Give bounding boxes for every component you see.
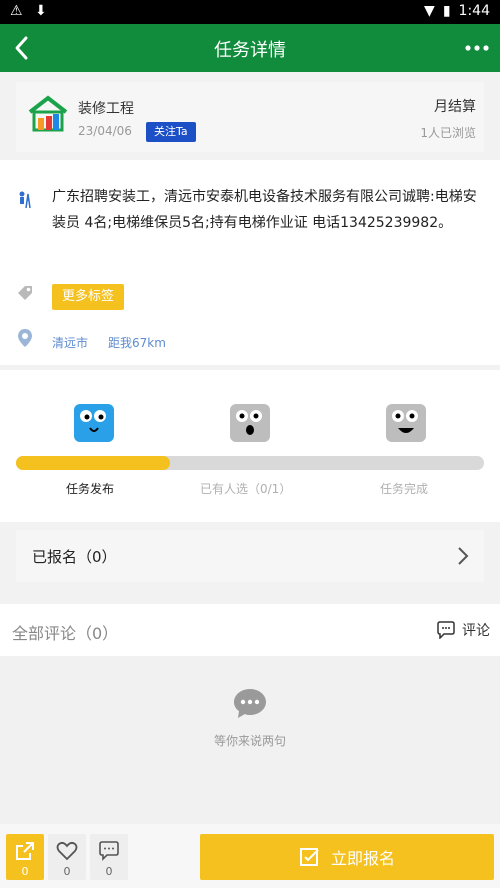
- location-city: 清远市: [52, 336, 89, 350]
- like-count: 0: [63, 865, 71, 878]
- step-label-published: 任务发布: [66, 482, 115, 496]
- step-complete-face-icon: [378, 390, 434, 446]
- comments-header: 全部评论（0） 评论: [0, 604, 500, 656]
- comment-action-label: 评论: [462, 623, 490, 639]
- signup-count: 已报名（0）: [32, 548, 117, 566]
- step-published-face-icon: [66, 390, 122, 446]
- share-button[interactable]: 0: [6, 834, 44, 880]
- write-comment-button[interactable]: 评论: [436, 620, 490, 640]
- more-tags-button[interactable]: 更多标签: [52, 284, 125, 310]
- wifi-icon: ▼: [424, 3, 435, 19]
- empty-comments-text: 等你来说两句: [213, 734, 286, 748]
- comments-title: 全部评论（0）: [12, 624, 119, 643]
- app-bar: 任务详情: [0, 24, 500, 72]
- comment-count-button[interactable]: 0: [90, 834, 128, 880]
- more-dots-icon: [465, 45, 489, 51]
- share-icon: [16, 842, 34, 860]
- project-name: 装修工程: [78, 101, 134, 117]
- task-progress: 任务发布 已有人选（0/1） 任务完成: [0, 370, 500, 522]
- task-description: 广东招聘安装工，清远市安泰机电设备技术服务有限公司诚聘:电梯安装员 4名;电梯维…: [52, 189, 477, 231]
- empty-chat-icon: [232, 686, 268, 722]
- status-bar: ⚠ ⬇ ▼ ▮ 1:44: [0, 0, 500, 24]
- bottom-action-bar: 0 0 0 立即报名: [0, 824, 500, 888]
- step-label-selected: 已有人选（0/1）: [200, 482, 292, 496]
- progress-bar-fill: [16, 456, 171, 470]
- project-header-card: 装修工程 23/04/06 关注Ta 月结算 1人已浏览: [16, 82, 484, 152]
- location-icon: [16, 328, 34, 348]
- project-date: 23/04/06: [78, 124, 132, 138]
- tag-icon: [16, 284, 34, 302]
- apply-now-button[interactable]: 立即报名: [200, 834, 494, 880]
- page-title: 任务详情: [214, 40, 286, 61]
- settlement-type: 月结算: [434, 99, 476, 115]
- warning-icon: ⚠: [10, 3, 23, 19]
- signup-list-row[interactable]: 已报名（0）: [16, 530, 484, 582]
- chevron-right-icon: [456, 544, 470, 568]
- step-selected-face-icon: [222, 390, 278, 446]
- progress-bar: [16, 456, 484, 470]
- worker-icon: [16, 190, 36, 210]
- heart-icon: [56, 841, 78, 861]
- like-button[interactable]: 0: [48, 834, 86, 880]
- distance-text: 距我67km: [108, 336, 166, 350]
- status-right: ▼ ▮ 1:44: [424, 3, 490, 19]
- view-count: 1人已浏览: [420, 126, 476, 140]
- house-logo-icon: [28, 95, 68, 132]
- download-icon: ⬇: [35, 3, 47, 19]
- battery-icon: ▮: [442, 3, 451, 19]
- task-details: 广东招聘安装工，清远市安泰机电设备技术服务有限公司诚聘:电梯安装员 4名;电梯维…: [0, 160, 500, 365]
- status-left-icons: ⚠ ⬇: [10, 3, 47, 19]
- comment-bubble-icon: [437, 621, 455, 639]
- share-count: 0: [21, 865, 29, 878]
- apply-now-label: 立即报名: [330, 849, 395, 868]
- step-label-complete: 任务完成: [380, 482, 429, 496]
- follow-button[interactable]: 关注Ta: [146, 122, 196, 142]
- comments-empty-state: 等你来说两句: [0, 656, 500, 824]
- comment-icon: [99, 841, 119, 861]
- project-logo: [26, 94, 70, 134]
- status-time: 1:44: [458, 3, 490, 19]
- more-button[interactable]: [464, 34, 490, 62]
- comment-count: 0: [105, 865, 113, 878]
- checkbox-edit-icon: [299, 848, 319, 866]
